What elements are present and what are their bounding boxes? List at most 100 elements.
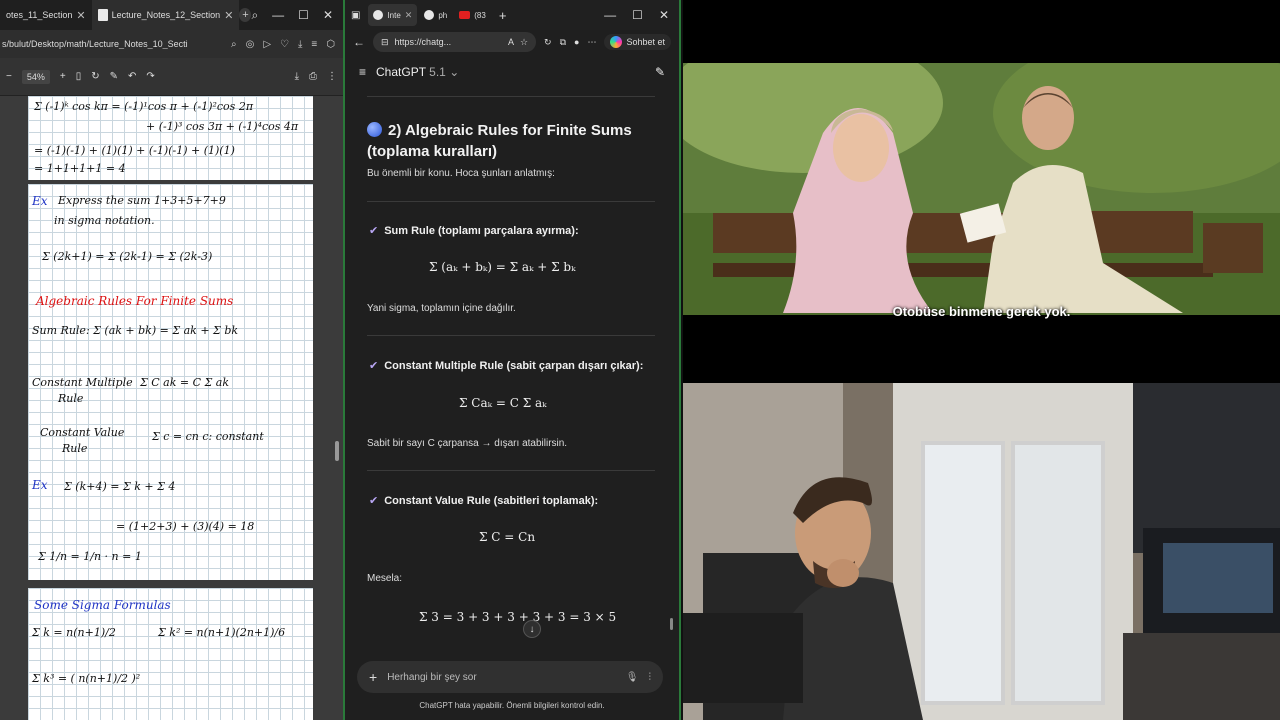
formula: Σ k² = n(n+1)(2n+1)/6 [158,626,286,639]
browser-scrollbar[interactable] [670,618,673,630]
rotate-icon[interactable]: ↻ [91,71,99,82]
zoom-search-icon[interactable]: ⌕ [231,39,237,50]
pdf-tab-bar: otes_11_Section ✕ Lecture_Notes_12_Secti… [0,0,343,30]
extensions-icon[interactable]: ⧉ [560,37,566,48]
sidebar-toggle-icon[interactable]: ≡ [359,65,366,79]
maximize-icon[interactable]: ☐ [632,8,643,22]
search-icon[interactable]: ⌕ [251,8,258,23]
undo-icon[interactable]: ↶ [128,71,136,82]
pdf-tab-2[interactable]: Lecture_Notes_12_Section ✕ [91,0,240,30]
microphone-icon[interactable]: 🎙 [626,672,639,683]
profile-icon[interactable]: ● [574,37,579,47]
fit-page-icon[interactable]: ▯ [76,71,82,82]
movie-subtitle: Otobüse binmene gerek yok. [892,304,1071,319]
model-title: ChatGPT [376,65,426,79]
divider [367,96,655,97]
new-chat-icon[interactable]: ✎ [655,65,665,79]
sohbet-label: Sohbet et [626,37,665,47]
composer-placeholder[interactable]: Herhangi bir şey sor [387,672,616,683]
note-math: Σ (k+4) = Σ k + Σ 4 [64,480,176,493]
pdf-pages[interactable]: Σ (-1)ᵏ cos kπ = (-1)¹cos π + (-1)²cos 2… [0,96,343,720]
camera-icon[interactable]: ◎ [246,39,255,50]
browser-tab-3[interactable]: (83 [454,4,491,26]
check-icon: ✔ [369,495,379,507]
close-window-icon[interactable]: ✕ [659,8,669,22]
download-icon[interactable]: ⤓ [298,39,302,50]
pdf-tab-2-label: Lecture_Notes_12_Section [111,10,221,20]
check-icon: ✔ [369,360,379,372]
redo-icon[interactable]: ↷ [146,71,154,82]
browser-tab-1[interactable]: Inte ✕ [368,4,418,26]
note-line: Σ (-1)ᵏ cos kπ = (-1)¹cos π + (-1)²cos 2… [34,100,254,113]
note-math: = (1+2+3) + (3)(4) = 18 [116,520,255,533]
more-icon[interactable]: ⋮ [327,71,337,82]
attach-icon[interactable]: + [369,669,377,685]
url-field[interactable]: ⊟ https://chatg... A ☆ [373,32,537,52]
extension-icon[interactable]: ⬡ [326,39,335,50]
formula-display: Σ 3 = 3 + 3 + 3 + 3 + 3 = 3 × 5 [419,610,617,624]
voice-mode-icon[interactable]: ⫶ [649,672,652,683]
close-icon[interactable]: ✕ [405,10,413,21]
refresh-icon[interactable]: ↻ [544,37,552,48]
model-selector[interactable]: ChatGPT 5.1 ⌄ [376,65,459,79]
read-aloud-icon[interactable]: A [508,37,514,47]
movie-player[interactable]: Otobüse binmene gerek yok. [683,0,1280,383]
site-info-icon[interactable]: ⊟ [381,37,389,48]
scroll-down-button[interactable]: ↓ [523,620,541,638]
pdf-toolbar: − 54% + ▯ ↻ ✎ ↶ ↷ ⤓ ⎙ ⋮ [0,58,343,96]
note-line: Rule [58,392,84,405]
favorite-icon[interactable]: ☆ [520,37,528,48]
check-icon: ✔ [369,225,379,237]
new-tab-icon[interactable]: + [499,8,507,23]
note-line: = (-1)(-1) + (1)(1) + (-1)(-1) + (1)(1) [34,144,235,157]
pdf-scrollbar[interactable] [335,196,339,716]
webcam-feed [683,383,1280,720]
browser-address-bar: ← ⊟ https://chatg... A ☆ ↻ ⧉ ● ⋯ Sohbet … [345,30,679,54]
divider [367,201,655,202]
close-window-icon[interactable]: ✕ [323,8,333,23]
draw-icon[interactable]: ✎ [110,71,118,82]
note-line: in sigma notation. [54,214,155,227]
back-icon[interactable]: ← [353,35,365,49]
disclaimer: ChatGPT hata yapabilir. Önemli bilgileri… [419,701,605,710]
message-composer[interactable]: + Herhangi bir şey sor 🎙 ⫶ [357,661,663,693]
webcam-scene [683,383,1280,720]
chatgpt-header: ≡ ChatGPT 5.1 ⌄ ✎ [345,60,679,84]
rule-explanation: Yani sigma, toplamın içine dağılır. [367,303,516,314]
zoom-out-icon[interactable]: − [6,71,12,82]
note-line: Constant Value [40,426,125,439]
document-icon [97,9,108,21]
close-icon[interactable]: ✕ [224,9,233,22]
example-label: Ex [32,194,48,208]
close-icon[interactable]: ✕ [76,9,85,22]
note-line: + (-1)³ cos 3π + (-1)⁴cos 4π [146,120,299,133]
divider [367,335,655,336]
sohbet-button[interactable]: Sohbet et [604,34,671,50]
browser-tab-bar: ▣ Inte ✕ ph (83 + — ☐ ✕ [345,0,679,30]
formula: Σ k³ = ( n(n+1)/2 )² [32,672,141,685]
minimize-icon[interactable]: — [604,8,616,22]
play-icon[interactable]: ▷ [263,39,271,50]
formula: Σ k = n(n+1)/2 [32,626,116,639]
zoom-in-icon[interactable]: + [60,71,66,82]
new-tab-icon[interactable]: + [239,8,252,22]
minimize-icon[interactable]: — [272,8,284,23]
formula-display: Σ (aₖ + bₖ) = Σ aₖ + Σ bₖ [429,260,576,274]
print-icon[interactable]: ⎙ [309,71,317,82]
browser-tab-2[interactable]: ph [419,4,452,26]
menu-icon[interactable]: ≡ [311,39,317,50]
pdf-path[interactable]: s/bulut/Desktop/math/Lecture_Notes_10_Se… [2,39,231,49]
maximize-icon[interactable]: ☐ [298,8,309,23]
pdf-address-bar: s/bulut/Desktop/math/Lecture_Notes_10_Se… [0,30,343,58]
heart-icon[interactable]: ♡ [280,39,289,50]
more-icon[interactable]: ⋯ [587,37,596,48]
pdf-tab-1[interactable]: otes_11_Section ✕ [0,0,92,30]
save-icon[interactable]: ⤓ [295,71,299,82]
zoom-level[interactable]: 54% [21,69,50,84]
rule-title: ✔ Sum Rule (toplamı parçalara ayırma): [369,225,579,237]
pdf-page-3: Some Sigma Formulas Σ k = n(n+1)/2 Σ k² … [28,588,313,720]
tab-actions-icon[interactable]: ▣ [351,10,360,21]
pdf-viewer-window: otes_11_Section ✕ Lecture_Notes_12_Secti… [0,0,343,720]
rule-title: ✔ Constant Value Rule (sabitleri toplamak… [369,495,599,507]
note-math: Σ (2k+1) = Σ (2k-1) = Σ (2k-3) [42,250,213,263]
